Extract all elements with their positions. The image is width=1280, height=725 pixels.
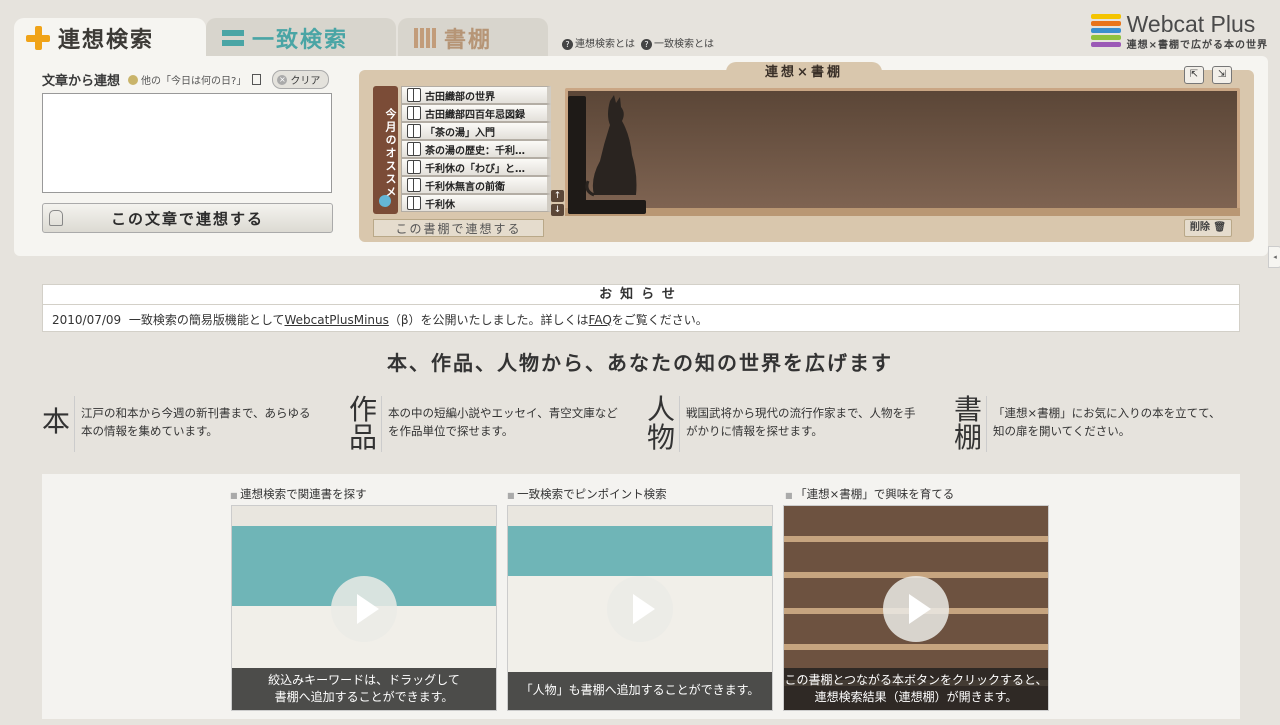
feature-text: 江戸の和本から今週の新刊書まで、あらゆる本の情報を集めています。 bbox=[81, 406, 311, 438]
help-link-rensou[interactable]: ? 連想検索とは bbox=[562, 35, 635, 50]
shelf-import-icon[interactable]: ⇲ bbox=[1212, 66, 1232, 84]
question-icon: ? bbox=[641, 39, 652, 50]
book-icon bbox=[407, 88, 421, 102]
book-item[interactable]: 「茶の湯」入門 bbox=[401, 122, 551, 140]
scroll-up-icon[interactable]: ↑ bbox=[551, 190, 564, 202]
help-links: ? 連想検索とは ? 一致検索とは bbox=[562, 35, 714, 50]
recommend-dot-icon[interactable] bbox=[379, 195, 391, 207]
book-icon bbox=[407, 196, 421, 210]
faq-link[interactable]: FAQ bbox=[589, 313, 612, 327]
video-subtitle: 絞込みキーワードは、ドラッグして 書棚へ追加することができます。 bbox=[232, 668, 496, 710]
trash-icon: 🗑 bbox=[1213, 222, 1227, 233]
feature-text: 本の中の短編小説やエッセイ、青空文庫などを作品単位で探せます。 bbox=[388, 406, 618, 438]
tab-label: 書棚 bbox=[444, 28, 493, 53]
feature-char: 人物 bbox=[647, 396, 680, 452]
feature-char: 作品 bbox=[349, 396, 382, 452]
video-caption: 「連想×書棚」で興味を育てる bbox=[785, 486, 954, 502]
video-subtitle: 「人物」も書棚へ追加することができます。 bbox=[508, 672, 772, 710]
book-item[interactable]: 古田織部の世界 bbox=[401, 86, 551, 104]
video-rensou[interactable]: 絞込みキーワードは、ドラッグして 書棚へ追加することができます。 bbox=[231, 505, 497, 711]
side-handle[interactable]: ◂ bbox=[1268, 246, 1280, 268]
tab-bookshelf[interactable]: 書棚 bbox=[398, 18, 548, 58]
shelf-board bbox=[565, 208, 1240, 216]
close-icon: × bbox=[277, 74, 288, 85]
video-shelf[interactable]: この書棚とつながる本ボタンをクリックすると、 連想検索結果（連想棚）が開きます。 bbox=[783, 505, 1049, 711]
scroll-down-icon[interactable]: ↓ bbox=[551, 204, 564, 216]
book-icon bbox=[407, 160, 421, 174]
notice-body: 2010/07/09 一致検索の簡易版機能としてWebcatPlusMinus（… bbox=[52, 313, 708, 327]
shelf-tools: ⇱ ⇲ bbox=[1184, 66, 1232, 84]
equal-icon bbox=[222, 30, 244, 46]
tab-label: 連想検索 bbox=[58, 28, 155, 53]
feature-text: 「連想×書棚」にお気に入りの本を立てて、知の扉を開いてください。 bbox=[993, 406, 1221, 438]
book-icon bbox=[407, 106, 421, 120]
play-icon[interactable] bbox=[331, 576, 397, 642]
assoc-heading: 文章から連想 他の「今日は何の日?」 × クリア bbox=[42, 70, 330, 89]
sun-icon bbox=[128, 74, 139, 85]
tagline: 本、作品、人物から、あなたの知の世界を広げます bbox=[387, 351, 893, 375]
book-icon bbox=[407, 124, 421, 138]
video-caption: 一致検索でピンポイント検索 bbox=[507, 486, 667, 502]
cat-statue-icon bbox=[585, 95, 637, 197]
book-item[interactable]: 千利休の「わび」と… bbox=[401, 158, 551, 176]
book-item[interactable]: 古田織部四百年忌図録 bbox=[401, 104, 551, 122]
other-today-link[interactable]: 他の「今日は何の日?」 bbox=[128, 72, 264, 87]
copy-icon[interactable] bbox=[252, 74, 262, 85]
book-icon bbox=[407, 142, 421, 156]
assoc-submit-button[interactable]: この文章で連想する bbox=[42, 203, 333, 233]
play-icon[interactable] bbox=[883, 576, 949, 642]
video-itchi[interactable]: 「人物」も書棚へ追加することができます。 bbox=[507, 505, 773, 711]
notice-box: お知らせ 2010/07/09 一致検索の簡易版機能としてWebcatPlusM… bbox=[42, 284, 1240, 332]
books-icon bbox=[414, 28, 436, 48]
plus-icon bbox=[26, 26, 50, 50]
delete-button[interactable]: 削除 🗑 bbox=[1184, 219, 1232, 237]
notice-title: お知らせ bbox=[43, 285, 1239, 305]
book-item[interactable]: 千利休 bbox=[401, 194, 551, 212]
logo-name: Webcat Plus bbox=[1126, 11, 1256, 37]
hand-icon bbox=[49, 210, 63, 226]
feature-person: 人物 戦国武将から現代の流行作家まで、人物を手がかりに情報を探せます。 bbox=[647, 396, 924, 452]
assoc-text-input[interactable] bbox=[42, 93, 332, 193]
logo-tagline: 連想×書棚で広がる本の世界 bbox=[1126, 40, 1268, 51]
book-item[interactable]: 茶の湯の歴史：千利… bbox=[401, 140, 551, 158]
logo-stripes-icon bbox=[1090, 14, 1121, 47]
feature-char: 書棚 bbox=[954, 396, 987, 452]
shelf-interior bbox=[565, 88, 1240, 213]
help-link-itchi[interactable]: ? 一致検索とは bbox=[641, 35, 714, 50]
feature-book: 本 江戸の和本から今週の新刊書まで、あらゆる本の情報を集めています。 bbox=[42, 396, 319, 452]
video-caption: 連想検索で関連書を探す bbox=[230, 486, 367, 502]
book-item[interactable]: 千利休無言の前衛 bbox=[401, 176, 551, 194]
book-icon bbox=[407, 178, 421, 192]
tab-rensou-search[interactable]: 連想検索 bbox=[14, 18, 206, 58]
tab-itchi-search[interactable]: 一致検索 bbox=[206, 18, 396, 58]
webcatplusminus-link[interactable]: WebcatPlusMinus bbox=[284, 313, 388, 327]
clear-button[interactable]: × クリア bbox=[272, 70, 330, 89]
feature-char: 本 bbox=[42, 396, 76, 452]
feature-shelf: 書棚 「連想×書棚」にお気に入りの本を立てて、知の扉を開いてください。 bbox=[954, 396, 1231, 452]
bookshelf-title: 連想×書棚 bbox=[726, 62, 882, 84]
recommend-book-list: 古田織部の世界 古田織部四百年忌図録 「茶の湯」入門 茶の湯の歴史：千利… 千利… bbox=[401, 86, 551, 212]
feature-text: 戦国武将から現代の流行作家まで、人物を手がかりに情報を探せます。 bbox=[686, 406, 916, 438]
logo[interactable]: Webcat Plus 連想×書棚で広がる本の世界 bbox=[1090, 11, 1268, 51]
feature-works: 作品 本の中の短編小説やエッセイ、青空文庫などを作品単位で探せます。 bbox=[349, 396, 626, 452]
video-subtitle: この書棚とつながる本ボタンをクリックすると、 連想検索結果（連想棚）が開きます。 bbox=[784, 668, 1048, 710]
shelf-export-icon[interactable]: ⇱ bbox=[1184, 66, 1204, 84]
tab-label: 一致検索 bbox=[252, 28, 349, 53]
shelf-assoc-button[interactable]: この書棚で連想する bbox=[373, 219, 544, 237]
question-icon: ? bbox=[562, 39, 573, 50]
play-icon[interactable] bbox=[607, 576, 673, 642]
